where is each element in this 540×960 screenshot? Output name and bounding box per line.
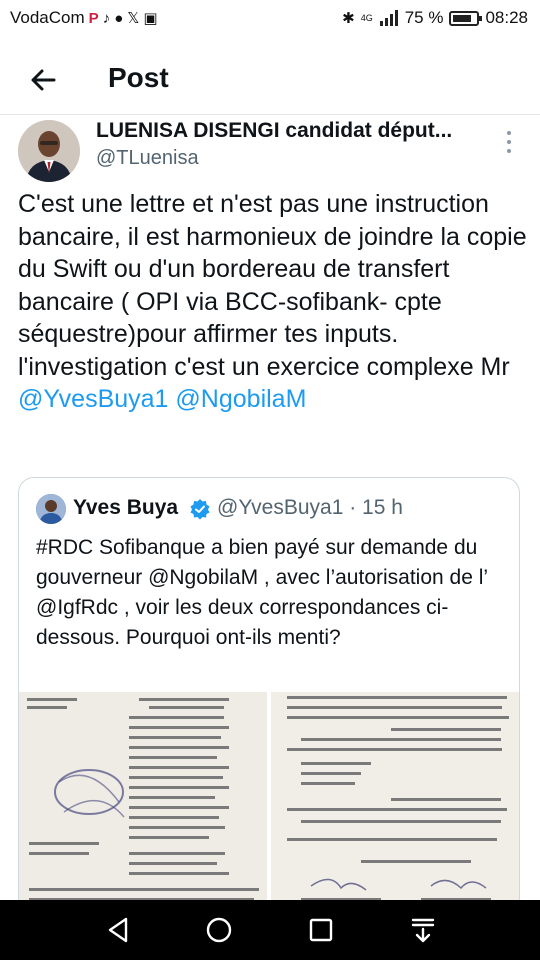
back-triangle-icon[interactable] — [102, 914, 134, 946]
keyboard-hide-icon[interactable] — [407, 914, 439, 946]
tweet-text: C'est une lettre et n'est pas une instru… — [18, 188, 528, 416]
verified-badge-icon — [190, 499, 210, 520]
network-type-label: 4G — [360, 12, 373, 23]
quoted-tweet[interactable]: Yves Buya @YvesBuya1 · 15 h #RDC Sofiban… — [18, 477, 520, 947]
app-header: Post — [0, 48, 540, 112]
quoted-author-avatar[interactable] — [36, 494, 66, 524]
back-arrow-icon[interactable] — [24, 60, 64, 100]
system-navigation-bar — [0, 900, 540, 960]
x-icon: 𝕏 — [127, 10, 140, 27]
home-circle-icon[interactable] — [203, 914, 235, 946]
more-options-icon[interactable] — [504, 128, 514, 156]
quoted-avatar-portrait — [36, 494, 66, 524]
avatar-portrait — [18, 120, 80, 182]
author-avatar[interactable] — [18, 120, 80, 182]
quoted-author-name[interactable]: Yves Buya — [73, 496, 178, 520]
signal-icon — [379, 10, 398, 26]
bluetooth-icon: ✱ — [342, 10, 355, 27]
clock: 08:28 — [485, 8, 528, 27]
message-icon: ● — [114, 9, 124, 27]
battery-percent: 75 % — [404, 8, 444, 27]
mention-link[interactable]: @YvesBuya1 — [18, 385, 168, 413]
author-name[interactable]: LUENISA DISENGI candidat déput... — [96, 119, 452, 143]
pinterest-icon: P — [88, 9, 99, 27]
header-divider — [0, 114, 540, 115]
carrier-label: VodaCom — [10, 8, 85, 27]
battery-icon — [449, 10, 483, 26]
page-title: Post — [108, 62, 169, 93]
mention-link[interactable]: @NgobilaM — [175, 385, 306, 413]
quoted-author-handle[interactable]: @YvesBuya1 · 15 h — [217, 496, 403, 520]
recent-apps-icon[interactable] — [305, 914, 337, 946]
quoted-tweet-text: #RDC Sofibanque a bien payé sur demande … — [36, 536, 488, 649]
gamepad-icon: ▣ — [143, 10, 158, 27]
author-handle[interactable]: @TLuenisa — [96, 147, 199, 170]
tiktok-icon: ♪ — [102, 9, 111, 27]
tweet-body: C'est une lettre et n'est pas une instru… — [18, 190, 527, 381]
status-bar: VodaCom P ♪ ● 𝕏 ▣ ✱ 4G 75 % 08:28 — [0, 0, 540, 36]
